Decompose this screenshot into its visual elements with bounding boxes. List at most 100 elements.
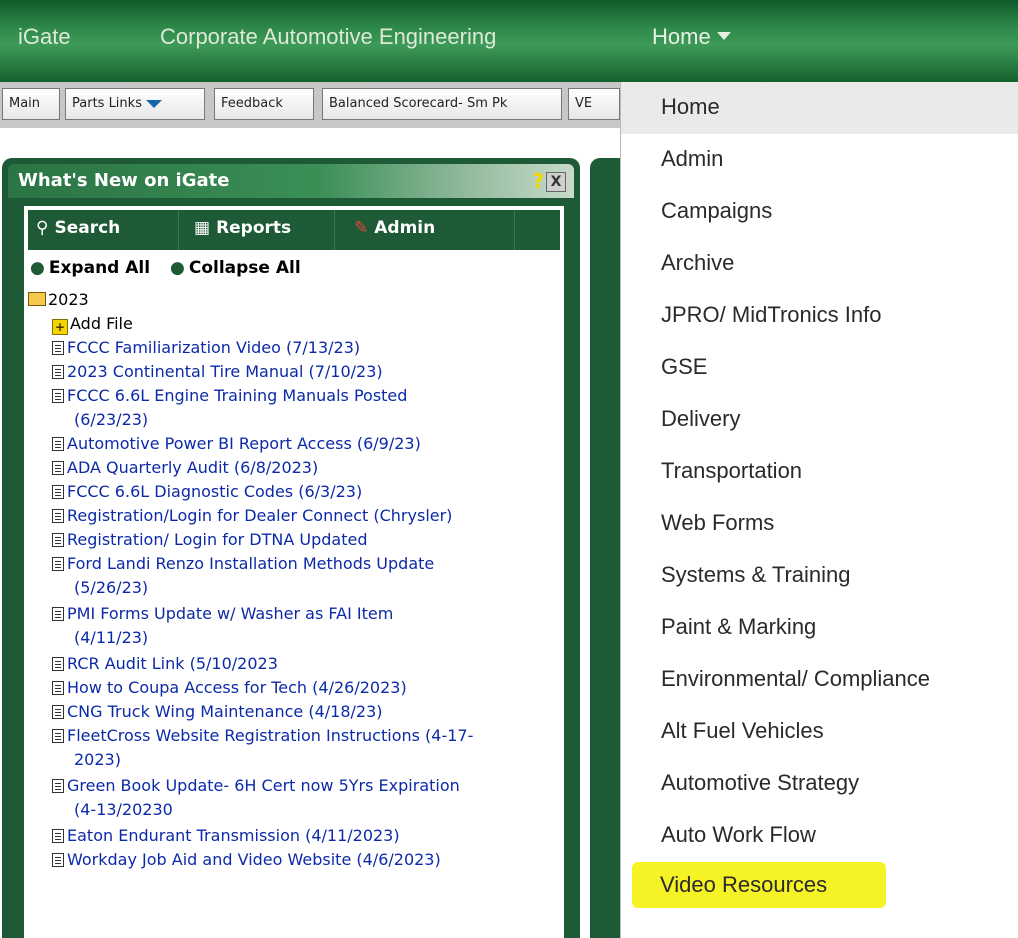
- nav-home-menu[interactable]: Home: [652, 24, 731, 50]
- news-item-label: (6/23/23): [74, 410, 149, 429]
- menu-item-jpro-midtronics[interactable]: JPRO/ MidTronics Info: [621, 290, 1018, 342]
- menu-item-transportation[interactable]: Transportation: [621, 446, 1018, 498]
- document-icon: [52, 437, 64, 451]
- news-item-continuation[interactable]: (4/11/23): [74, 628, 148, 647]
- reports-button[interactable]: ▦ Reports: [194, 218, 291, 238]
- news-item[interactable]: How to Coupa Access for Tech (4/26/2023): [52, 678, 407, 697]
- news-item[interactable]: Ford Landi Renzo Installation Methods Up…: [52, 554, 434, 573]
- toolbar-divider: [514, 210, 515, 250]
- menu-item-alt-fuel-vehicles[interactable]: Alt Fuel Vehicles: [621, 706, 1018, 758]
- news-item[interactable]: 2023 Continental Tire Manual (7/10/23): [52, 362, 383, 381]
- year-label: 2023: [48, 290, 89, 309]
- help-icon[interactable]: ?: [532, 169, 544, 193]
- search-icon: ⚲: [36, 218, 49, 238]
- pencil-icon: ✎: [354, 218, 369, 238]
- menu-item-automotive-strategy[interactable]: Automotive Strategy: [621, 758, 1018, 810]
- close-icon[interactable]: X: [546, 172, 566, 192]
- news-item[interactable]: RCR Audit Link (5/10/2023: [52, 654, 278, 673]
- document-icon: [52, 485, 64, 499]
- menu-item-delivery[interactable]: Delivery: [621, 394, 1018, 446]
- menu-item-campaigns[interactable]: Campaigns: [621, 186, 1018, 238]
- document-icon: [52, 509, 64, 523]
- news-item[interactable]: FCCC Familiarization Video (7/13/23): [52, 338, 360, 357]
- menu-item-paint-marking[interactable]: Paint & Marking: [621, 602, 1018, 654]
- news-item[interactable]: Workday Job Aid and Video Website (4/6/2…: [52, 850, 441, 869]
- reports-label: Reports: [216, 218, 292, 238]
- menu-item-auto-work-flow[interactable]: Auto Work Flow: [621, 810, 1018, 862]
- menu-item-label: Campaigns: [661, 198, 773, 223]
- news-item-continuation[interactable]: (6/23/23): [74, 410, 148, 429]
- toolbar-button-label: Balanced Scorecard- Sm Pk: [329, 96, 508, 111]
- toolbar-button-main[interactable]: Main: [2, 88, 60, 120]
- menu-item-systems-training[interactable]: Systems & Training: [621, 550, 1018, 602]
- site-logo[interactable]: iGate: [18, 24, 71, 50]
- search-label: Search: [54, 218, 121, 238]
- document-icon: [52, 705, 64, 719]
- menu-item-label: GSE: [661, 354, 708, 379]
- toolbar-button-feedback[interactable]: Feedback: [214, 88, 314, 120]
- news-item[interactable]: Eaton Endurant Transmission (4/11/2023): [52, 826, 400, 845]
- menu-item-label: JPRO/ MidTronics Info: [661, 302, 882, 327]
- portlet-title-bar: What's New on iGate ? X: [8, 164, 574, 198]
- menu-item-video-resources[interactable]: Video Resources: [620, 860, 1018, 912]
- news-item-label: PMI Forms Update w/ Washer as FAI Item: [67, 604, 394, 623]
- document-icon: [52, 533, 64, 547]
- news-item-label: Ford Landi Renzo Installation Methods Up…: [67, 554, 435, 573]
- menu-item-label: Systems & Training: [661, 562, 851, 587]
- document-icon: [52, 607, 64, 621]
- news-item-label: Green Book Update- 6H Cert now 5Yrs Expi…: [67, 776, 460, 795]
- menu-item-admin[interactable]: Admin: [621, 134, 1018, 186]
- news-item[interactable]: Registration/ Login for DTNA Updated: [52, 530, 368, 549]
- news-item-label: FleetCross Website Registration Instruct…: [67, 726, 474, 745]
- news-item-continuation[interactable]: (5/26/23): [74, 578, 148, 597]
- collapse-all-link[interactable]: Collapse All: [189, 258, 301, 278]
- document-icon: [52, 729, 64, 743]
- menu-item-archive[interactable]: Archive: [621, 238, 1018, 290]
- news-item[interactable]: ADA Quarterly Audit (6/8/2023): [52, 458, 318, 477]
- portlet-toolbar: ⚲ Search ▦ Reports ✎ Admin: [28, 210, 560, 250]
- news-item-label: Workday Job Aid and Video Website (4/6/2…: [67, 850, 441, 869]
- menu-item-label: Video Resources: [660, 872, 828, 897]
- toolbar-button-label: Feedback: [221, 96, 283, 111]
- news-item-label: 2023 Continental Tire Manual (7/10/23): [67, 362, 383, 381]
- menu-item-label: Admin: [661, 146, 724, 171]
- news-item[interactable]: FCCC 6.6L Diagnostic Codes (6/3/23): [52, 482, 362, 501]
- menu-item-label: Web Forms: [661, 510, 775, 535]
- news-item[interactable]: Registration/Login for Dealer Connect (C…: [52, 506, 452, 525]
- site-title[interactable]: Corporate Automotive Engineering: [160, 24, 496, 50]
- news-item-label: ADA Quarterly Audit (6/8/2023): [67, 458, 319, 477]
- menu-item-environmental-compliance[interactable]: Environmental/ Compliance: [621, 654, 1018, 706]
- menu-item-gse[interactable]: GSE: [621, 342, 1018, 394]
- search-button[interactable]: ⚲ Search: [36, 218, 120, 238]
- document-icon: [52, 461, 64, 475]
- news-item-continuation[interactable]: (4-13/20230: [74, 800, 173, 819]
- document-icon: [52, 365, 64, 379]
- document-icon: [52, 853, 64, 867]
- year-folder[interactable]: 2023: [28, 290, 89, 309]
- menu-item-home[interactable]: Home: [621, 82, 1018, 134]
- news-item[interactable]: FCCC 6.6L Engine Training Manuals Posted: [52, 386, 407, 405]
- news-item[interactable]: Green Book Update- 6H Cert now 5Yrs Expi…: [52, 776, 460, 795]
- news-item[interactable]: FleetCross Website Registration Instruct…: [52, 726, 473, 745]
- nav-home-label: Home: [652, 24, 711, 49]
- menu-item-label: Transportation: [661, 458, 803, 483]
- toolbar-button-ve[interactable]: VE: [568, 88, 620, 120]
- menu-item-label: Home: [661, 94, 720, 119]
- news-item-label: CNG Truck Wing Maintenance (4/18/23): [67, 702, 383, 721]
- news-item[interactable]: PMI Forms Update w/ Washer as FAI Item: [52, 604, 393, 623]
- menu-item-web-forms[interactable]: Web Forms: [621, 498, 1018, 550]
- admin-button[interactable]: ✎ Admin: [354, 218, 435, 238]
- toolbar-button-label: VE: [575, 96, 593, 111]
- news-item-label: Registration/Login for Dealer Connect (C…: [67, 506, 453, 525]
- add-file-link[interactable]: + Add File: [52, 314, 133, 335]
- news-item-label: RCR Audit Link (5/10/2023: [67, 654, 278, 673]
- news-item-continuation[interactable]: 2023): [74, 750, 121, 769]
- menu-item-label: Automotive Strategy: [661, 770, 860, 795]
- whats-new-portlet: What's New on iGate ? X ⚲ Search ▦ Reports…: [2, 158, 580, 938]
- toolbar-button-balanced-scorecard[interactable]: Balanced Scorecard- Sm Pk: [322, 88, 562, 120]
- top-header: iGate Corporate Automotive Engineering H…: [0, 0, 1018, 82]
- news-item[interactable]: CNG Truck Wing Maintenance (4/18/23): [52, 702, 383, 721]
- toolbar-button-parts-links[interactable]: Parts Links: [65, 88, 205, 120]
- news-item[interactable]: Automotive Power BI Report Access (6/9/2…: [52, 434, 421, 453]
- expand-all-link[interactable]: Expand All: [49, 258, 150, 278]
